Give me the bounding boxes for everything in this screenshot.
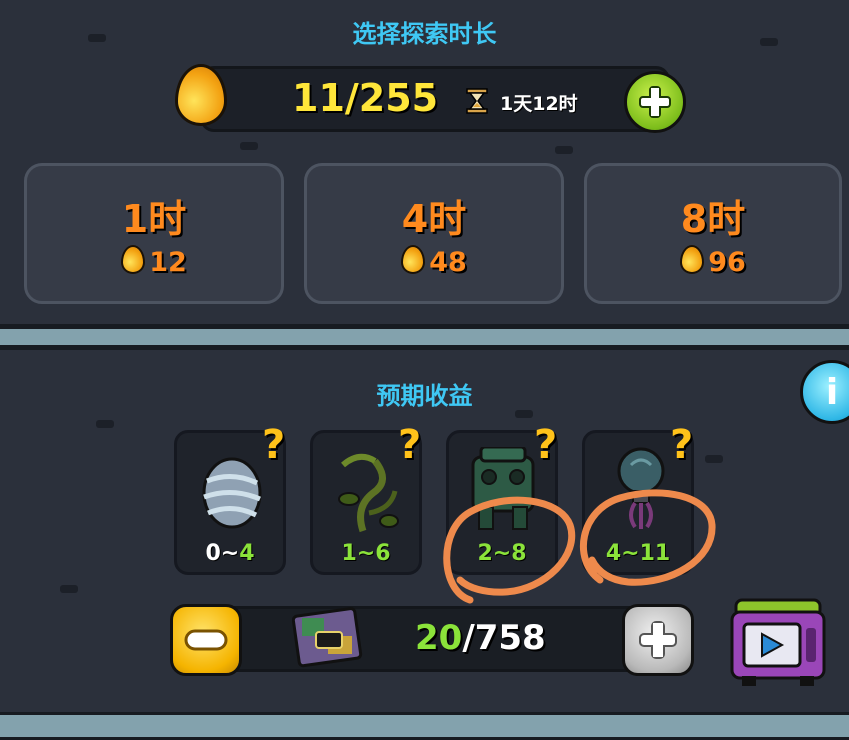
info-icon: i: [825, 371, 839, 413]
question-mark-icon: ?: [670, 422, 694, 468]
page-title: 选择探索时长: [352, 20, 497, 48]
rivet: [515, 410, 533, 418]
duration-label: 8时: [680, 197, 746, 241]
question-mark-icon: ?: [398, 422, 422, 468]
decrease-button[interactable]: [170, 604, 242, 676]
lightbulb-jellyfish-icon: [617, 447, 665, 529]
explorer-count: 20/758: [415, 618, 546, 658]
rivet: [60, 585, 78, 593]
oil-drop-icon: [680, 245, 705, 274]
increase-button[interactable]: [622, 604, 694, 676]
duration-option-8h[interactable]: 8时 96: [584, 163, 842, 304]
duration-label: 1时: [121, 197, 187, 241]
vine-plant-icon: [338, 453, 399, 533]
add-resource-button[interactable]: [624, 71, 686, 133]
green-machine-monster-icon: [471, 447, 535, 530]
bottom-divider: [0, 712, 849, 740]
minus-icon: [184, 629, 228, 651]
reward-range: 0~4: [205, 541, 255, 566]
hourglass-icon: [466, 88, 488, 118]
map-scroll-icon: [292, 607, 363, 668]
timer-text: 1天12时: [500, 93, 578, 115]
reward-range: 4~11: [605, 541, 671, 566]
oil-drop-icon: [401, 245, 426, 274]
plus-icon: [639, 621, 677, 659]
duration-option-1h[interactable]: 1时 12: [24, 163, 284, 304]
oil-drop-icon: [121, 245, 146, 274]
question-mark-icon: ?: [534, 422, 558, 468]
rivet: [705, 455, 723, 463]
duration-cost: 48: [429, 247, 467, 278]
video-ad-tv-icon[interactable]: [728, 596, 828, 688]
striped-egg-icon: [202, 457, 262, 529]
duration-label: 4时: [401, 197, 467, 241]
reward-range: 1~6: [341, 541, 391, 566]
rivet: [240, 142, 258, 150]
reward-range: 2~8: [477, 541, 527, 566]
duration-cost: 12: [149, 247, 187, 278]
plus-icon: [639, 86, 671, 118]
rivet: [96, 420, 114, 428]
duration-cost: 96: [708, 247, 746, 278]
duration-option-4h[interactable]: 4时 48: [304, 163, 564, 304]
rewards-title: 预期收益: [376, 382, 473, 410]
resource-count: 11/255: [292, 76, 439, 120]
question-mark-icon: ?: [262, 422, 286, 468]
panel-divider: [0, 326, 849, 348]
rivet: [555, 146, 573, 154]
